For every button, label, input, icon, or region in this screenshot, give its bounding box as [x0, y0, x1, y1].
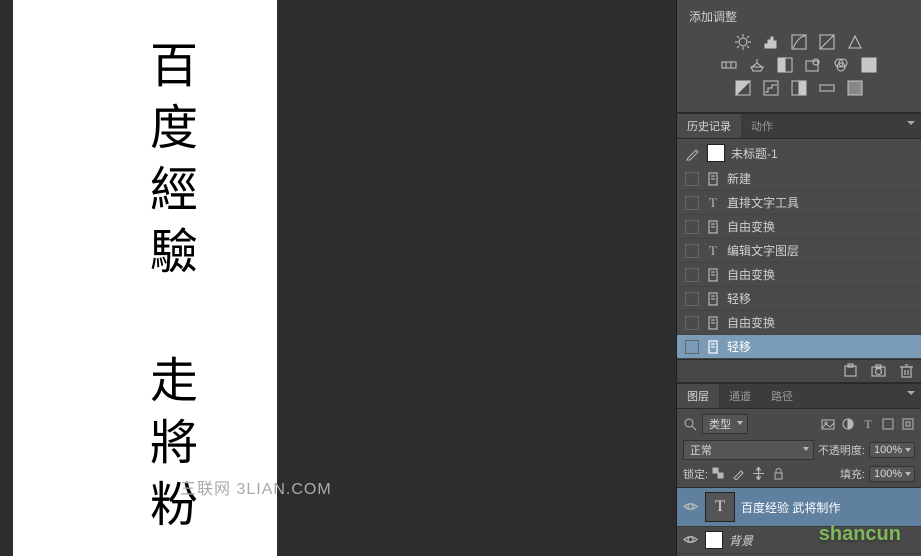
watermark-text: 三联网 3LIAN.COM — [180, 475, 332, 499]
posterize-icon[interactable] — [762, 79, 780, 97]
history-item[interactable]: T 编辑文字图层 — [677, 239, 921, 263]
tab-channels[interactable]: 通道 — [719, 384, 761, 408]
delete-state-icon[interactable] — [899, 363, 915, 379]
history-item[interactable]: 轻移 — [677, 335, 921, 359]
selective-color-icon[interactable] — [846, 79, 864, 97]
layer-controls: 类型 T 正常 不透明度: 100% 锁定: 填充: 10 — [677, 409, 921, 488]
filter-kind-icon — [683, 417, 697, 431]
history-snapshot-checkbox[interactable] — [685, 172, 699, 186]
document-icon — [705, 291, 721, 307]
levels-icon[interactable] — [762, 33, 780, 51]
history-snapshot-checkbox[interactable] — [685, 244, 699, 258]
brightness-contrast-icon[interactable] — [734, 33, 752, 51]
opacity-label: 不透明度: — [818, 442, 865, 458]
hue-saturation-icon[interactable] — [720, 56, 738, 74]
text-tool-icon: T — [705, 195, 721, 211]
tab-paths[interactable]: 路径 — [761, 384, 803, 408]
black-white-icon[interactable] — [776, 56, 794, 74]
history-item[interactable]: 轻移 — [677, 287, 921, 311]
history-item[interactable]: 自由变换 — [677, 263, 921, 287]
filter-type-dropdown[interactable]: 类型 — [702, 414, 748, 434]
document-icon — [705, 171, 721, 187]
canvas-area: 百度經驗 走將粉 三联网 3LIAN.COM — [0, 0, 676, 556]
channel-mixer-icon[interactable] — [832, 56, 850, 74]
panel-menu-icon[interactable] — [903, 118, 917, 128]
tab-layers[interactable]: 图层 — [677, 384, 719, 408]
history-item[interactable]: 自由变换 — [677, 311, 921, 335]
document-icon — [705, 219, 721, 235]
create-snapshot-icon[interactable] — [871, 363, 887, 379]
history-snapshot-checkbox[interactable] — [685, 292, 699, 306]
invert-icon[interactable] — [734, 79, 752, 97]
document-title: 未标题-1 — [731, 145, 913, 162]
lock-all-icon[interactable] — [772, 467, 786, 481]
color-balance-icon[interactable] — [748, 56, 766, 74]
filter-smart-icon[interactable] — [901, 417, 915, 431]
exposure-icon[interactable] — [818, 33, 836, 51]
history-item[interactable]: 新建 — [677, 167, 921, 191]
history-brush-icon — [685, 145, 701, 161]
history-item-label: 直排文字工具 — [727, 194, 913, 211]
opacity-input[interactable]: 100% — [869, 442, 915, 458]
history-snapshot-checkbox[interactable] — [685, 268, 699, 282]
tab-history[interactable]: 历史记录 — [677, 114, 741, 138]
history-document-row[interactable]: 未标题-1 — [677, 139, 921, 167]
history-snapshot-checkbox[interactable] — [685, 220, 699, 234]
history-item-label: 编辑文字图层 — [727, 242, 913, 259]
document-icon — [705, 339, 721, 355]
text-tool-icon: T — [705, 243, 721, 259]
site-watermark: shancun — [819, 523, 901, 546]
right-panel: 添加调整 历史记录 动作 未 — [676, 0, 921, 556]
document-canvas[interactable]: 百度經驗 走將粉 — [13, 0, 277, 556]
vibrance-icon[interactable] — [846, 33, 864, 51]
blend-mode-dropdown[interactable]: 正常 — [683, 440, 814, 460]
layer-item[interactable]: T 百度经验 武将制作 — [677, 488, 921, 527]
panel-menu-icon[interactable] — [903, 388, 917, 398]
lock-label: 锁定: — [683, 466, 708, 482]
document-thumbnail — [707, 144, 725, 162]
layer-thumbnail-bg — [705, 531, 723, 549]
history-item-label: 轻移 — [727, 338, 913, 355]
history-item-label: 轻移 — [727, 290, 913, 307]
history-item[interactable]: 自由变换 — [677, 215, 921, 239]
curves-icon[interactable] — [790, 33, 808, 51]
color-lookup-icon[interactable] — [860, 56, 878, 74]
filter-adjustment-icon[interactable] — [841, 417, 855, 431]
create-document-from-state-icon[interactable] — [843, 363, 859, 379]
history-snapshot-checkbox[interactable] — [685, 196, 699, 210]
document-icon — [705, 315, 721, 331]
history-footer — [677, 359, 921, 383]
filter-type-icon[interactable]: T — [861, 417, 875, 431]
filter-pixel-icon[interactable] — [821, 417, 835, 431]
history-snapshot-checkbox[interactable] — [685, 340, 699, 354]
visibility-toggle-icon[interactable] — [683, 532, 699, 548]
lock-position-icon[interactable] — [752, 467, 766, 481]
document-icon — [705, 267, 721, 283]
layer-thumbnail-text: T — [705, 492, 735, 522]
fill-input[interactable]: 100% — [869, 466, 915, 482]
tab-actions[interactable]: 动作 — [741, 114, 783, 138]
fill-label: 填充: — [840, 466, 865, 482]
history-item-label: 自由变换 — [727, 266, 913, 283]
adjustments-section: 添加调整 — [677, 0, 921, 113]
gradient-map-icon[interactable] — [818, 79, 836, 97]
layer-name: 背景 — [729, 532, 753, 549]
layers-panel-tabs: 图层 通道 路径 — [677, 383, 921, 409]
history-snapshot-checkbox[interactable] — [685, 316, 699, 330]
history-list: 新建 T 直排文字工具 自由变换 T 编辑文字图层 自由变换 轻移 — [677, 167, 921, 359]
adjustments-title: 添加调整 — [689, 8, 909, 25]
history-item-label: 自由变换 — [727, 314, 913, 331]
history-item[interactable]: T 直排文字工具 — [677, 191, 921, 215]
history-panel-tabs: 历史记录 动作 — [677, 113, 921, 139]
filter-shape-icon[interactable] — [881, 417, 895, 431]
lock-pixels-icon[interactable] — [732, 467, 746, 481]
layer-name: 百度经验 武将制作 — [741, 499, 840, 516]
visibility-toggle-icon[interactable] — [683, 499, 699, 515]
vertical-text-content: 百度經驗 走將粉 — [133, 40, 203, 541]
lock-transparent-icon[interactable] — [712, 467, 726, 481]
history-item-label: 自由变换 — [727, 218, 913, 235]
history-item-label: 新建 — [727, 170, 913, 187]
threshold-icon[interactable] — [790, 79, 808, 97]
photo-filter-icon[interactable] — [804, 56, 822, 74]
